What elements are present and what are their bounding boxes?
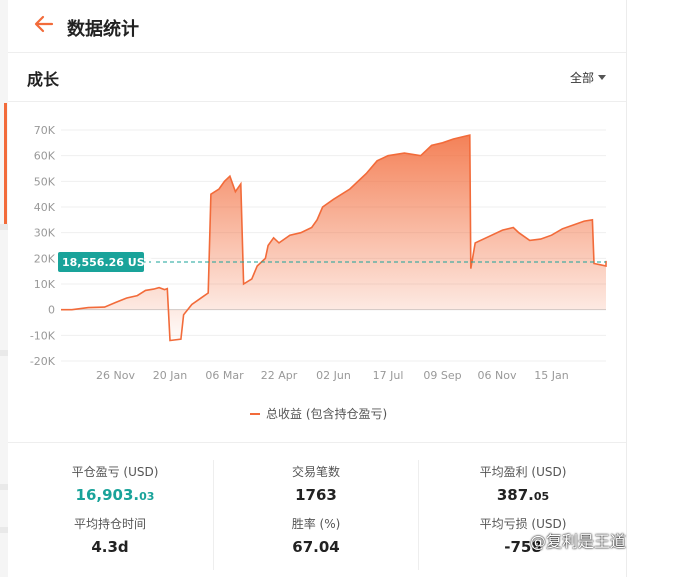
left-strip (0, 527, 8, 533)
period-filter-dropdown[interactable]: 全部 (570, 69, 606, 86)
page-header: 数据统计 (8, 0, 626, 53)
column-divider (213, 460, 214, 570)
stat-value: 4.3d (91, 538, 129, 556)
y-tick-label: 10K (34, 278, 56, 291)
stat-value: 387.05 (496, 486, 550, 504)
y-tick-label: 0 (48, 304, 55, 317)
stat-closed-pnl: 平仓盈亏 (USD) 16,903.03 (35, 463, 195, 504)
stat-label: 交易笔数 (291, 465, 340, 479)
x-tick-label: 09 Sep (423, 369, 461, 382)
x-tick-label: 26 Nov (96, 369, 135, 382)
y-tick-label: -10K (30, 329, 56, 342)
watermark: @复利是王道 (530, 528, 626, 552)
caret-down-icon (598, 75, 606, 80)
divider (8, 442, 626, 443)
active-indicator (4, 103, 7, 225)
stat-avg-hold-time: 平均持仓时间 4.3d (30, 515, 190, 556)
x-tick-label: 02 Jun (316, 369, 351, 382)
y-tick-label: 40K (34, 201, 56, 214)
stat-value: 16,903.03 (75, 486, 155, 504)
back-button[interactable] (32, 12, 56, 36)
y-tick-label: 30K (34, 227, 56, 240)
legend-swatch (250, 412, 260, 415)
right-gutter (626, 0, 678, 577)
current-value-label: 18,556.26 USD (62, 256, 154, 269)
stat-value: 67.04 (292, 538, 340, 556)
growth-chart: 70K 60K 50K 40K 30K 20K 10K 0 -10K -20K 26 Nov 20 … (30, 124, 607, 382)
watermark-text: @复利是王道 (530, 532, 627, 551)
y-tick-label: 70K (34, 124, 56, 137)
legend-label: 总收益 (包含持仓盈亏) (266, 407, 388, 421)
stat-win-rate: 胜率 (%) 67.04 (236, 515, 396, 556)
x-tick-label: 17 Jul (373, 369, 404, 382)
stat-value: 1763 (295, 486, 337, 504)
stat-trade-count: 交易笔数 1763 (236, 463, 396, 504)
y-tick-label: 50K (34, 175, 56, 188)
stat-label: 平均盈利 (USD) (479, 465, 567, 479)
left-strip (0, 484, 8, 490)
stat-label: 平均持仓时间 (73, 517, 146, 531)
x-tick-label: 20 Jan (153, 369, 187, 382)
left-strip (0, 350, 8, 356)
stat-label: 平仓盈亏 (USD) (71, 465, 159, 479)
page-title: 数据统计 (67, 19, 139, 40)
y-tick-label: -20K (30, 355, 56, 368)
left-strip (0, 224, 8, 230)
stat-label: 胜率 (%) (291, 517, 341, 531)
section-title: 成长 (27, 70, 60, 89)
arrow-left-icon (34, 15, 54, 33)
x-tick-label: 22 Apr (261, 369, 298, 382)
x-tick-label: 15 Jan (534, 369, 568, 382)
x-tick-label: 06 Nov (478, 369, 517, 382)
column-divider (418, 460, 419, 570)
y-tick-label: 20K (34, 252, 56, 265)
current-value-tag: 18,556.26 USD (58, 252, 154, 273)
x-tick-label: 06 Mar (205, 369, 244, 382)
chart-legend[interactable]: 总收益 (包含持仓盈亏) (250, 405, 387, 422)
stat-avg-profit: 平均盈利 (USD) 387.05 (443, 463, 603, 504)
growth-section-header: 成长 全部 (8, 52, 626, 102)
filter-label: 全部 (569, 71, 594, 85)
y-tick-label: 60K (34, 150, 56, 163)
